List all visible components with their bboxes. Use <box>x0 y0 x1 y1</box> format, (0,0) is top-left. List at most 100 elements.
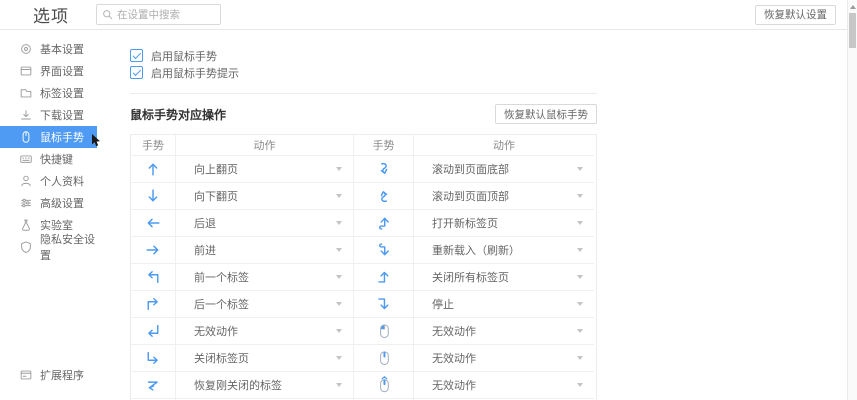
sidebar-item-label: 个人资料 <box>40 173 84 189</box>
action-dropdown[interactable]: 后一个标签 <box>176 291 354 318</box>
action-label: 后退 <box>194 215 216 231</box>
toggle-row: 启用鼠标手势提示 <box>130 64 597 81</box>
chevron-down-icon <box>577 302 583 306</box>
scrollbar[interactable] <box>847 0 857 400</box>
search-input[interactable] <box>113 9 215 21</box>
gesture-left-down-icon <box>375 295 393 313</box>
person-icon <box>19 174 33 188</box>
action-label: 关闭标签页 <box>194 350 249 366</box>
action-dropdown[interactable]: 打开新标签页 <box>414 210 594 237</box>
checkbox-checked[interactable] <box>130 66 143 79</box>
sidebar-item[interactable]: 高级设置 <box>0 192 97 214</box>
section-title: 鼠标手势对应操作 <box>130 106 226 123</box>
action-dropdown[interactable]: 停止 <box>414 291 594 318</box>
chevron-down-icon <box>577 329 583 333</box>
gesture-cell <box>131 237 176 264</box>
action-label: 向下翻页 <box>194 188 238 204</box>
column-header: 手势 <box>354 135 414 156</box>
checkbox-checked[interactable] <box>130 49 143 62</box>
action-dropdown[interactable]: 前进 <box>176 237 354 264</box>
sidebar-item-label: 基本设置 <box>40 41 84 57</box>
sidebar-item-label: 快捷键 <box>40 151 73 167</box>
action-label: 停止 <box>432 296 454 312</box>
sidebar-bottom: 扩展程序 <box>0 364 97 386</box>
scroll-up-arrow[interactable] <box>850 5 856 9</box>
chevron-down-icon <box>336 302 342 306</box>
gesture-right-left-icon <box>144 376 162 394</box>
main-content: 启用鼠标手势启用鼠标手势提示 鼠标手势对应操作 恢复默认鼠标手势 手势 动作 手… <box>97 30 857 400</box>
action-label: 前一个标签 <box>194 269 249 285</box>
restore-gestures-button[interactable]: 恢复默认鼠标手势 <box>495 104 597 124</box>
column-header: 动作 <box>414 135 594 156</box>
sidebar-item[interactable]: 标签设置 <box>0 82 97 104</box>
action-dropdown[interactable]: 向下翻页 <box>176 183 354 210</box>
action-dropdown[interactable]: 后退 <box>176 210 354 237</box>
gesture-cell <box>131 345 176 372</box>
action-label: 重新载入（刷新） <box>432 242 520 258</box>
gesture-down-left-icon <box>144 322 162 340</box>
toggle-label: 启用鼠标手势 <box>151 48 217 64</box>
options-page: 选项 恢复默认设置 基本设置界面设置标签设置下载设置鼠标手势快捷键个人资料高级设… <box>0 0 857 400</box>
gesture-cell <box>354 156 414 183</box>
sidebar-item[interactable]: 快捷键 <box>0 148 97 170</box>
chevron-down-icon <box>336 356 342 360</box>
action-dropdown[interactable]: 恢复刚关闭的标签 <box>176 372 354 399</box>
chevron-down-icon <box>577 167 583 171</box>
action-label: 恢复刚关闭的标签 <box>194 377 282 393</box>
shield-icon <box>19 240 33 254</box>
mouse-left-button-icon <box>375 322 393 340</box>
sidebar-item[interactable]: 个人资料 <box>0 170 97 192</box>
chevron-down-icon <box>577 383 583 387</box>
sidebar-item[interactable]: 界面设置 <box>0 60 97 82</box>
action-dropdown[interactable]: 前一个标签 <box>176 264 354 291</box>
divider <box>130 93 597 94</box>
action-label: 无效动作 <box>194 323 238 339</box>
action-dropdown[interactable]: 关闭标签页 <box>176 345 354 372</box>
action-label: 关闭所有标签页 <box>432 269 509 285</box>
chevron-down-icon <box>336 248 342 252</box>
gesture-down-icon <box>144 187 162 205</box>
action-dropdown[interactable]: 重新载入（刷新） <box>414 237 594 264</box>
sidebar-item[interactable]: 鼠标手势 <box>0 126 97 148</box>
action-dropdown[interactable]: 滚动到页面顶部 <box>414 183 594 210</box>
action-label: 无效动作 <box>432 377 476 393</box>
action-label: 打开新标签页 <box>432 215 498 231</box>
sidebar-item-label: 高级设置 <box>40 195 84 211</box>
mouse-wheel-icon <box>375 349 393 367</box>
action-dropdown[interactable]: 无效动作 <box>414 318 594 345</box>
gesture-toggles: 启用鼠标手势启用鼠标手势提示 <box>130 47 597 81</box>
action-label: 无效动作 <box>432 350 476 366</box>
gesture-scroll-bottom-icon <box>375 160 393 178</box>
action-dropdown[interactable]: 关闭所有标签页 <box>414 264 594 291</box>
gesture-left-icon <box>144 214 162 232</box>
action-label: 滚动到页面底部 <box>432 161 509 177</box>
action-dropdown[interactable]: 无效动作 <box>414 345 594 372</box>
restore-defaults-button[interactable]: 恢复默认设置 <box>755 5 836 25</box>
sidebar-item[interactable]: 下载设置 <box>0 104 97 126</box>
action-dropdown[interactable]: 向上翻页 <box>176 156 354 183</box>
gesture-cell <box>131 264 176 291</box>
chevron-down-icon <box>336 167 342 171</box>
chevron-down-icon <box>577 248 583 252</box>
gesture-cell <box>354 183 414 210</box>
sidebar-item-label: 扩展程序 <box>40 367 84 383</box>
window-icon <box>19 64 33 78</box>
chevron-down-icon <box>336 275 342 279</box>
gesture-cell <box>131 210 176 237</box>
scrollbar-thumb[interactable] <box>849 13 856 48</box>
gesture-cell <box>354 264 414 291</box>
keyboard-icon <box>19 152 33 166</box>
action-dropdown[interactable]: 滚动到页面底部 <box>414 156 594 183</box>
chevron-down-icon <box>577 221 583 225</box>
settings-search-box[interactable] <box>96 4 221 25</box>
sidebar-item[interactable]: 基本设置 <box>0 38 97 60</box>
extension-icon <box>19 368 33 382</box>
action-dropdown[interactable]: 无效动作 <box>176 318 354 345</box>
gesture-table: 手势 动作 手势 动作 向上翻页滚动到页面底部向下翻页滚动到页面顶部后退打开新标… <box>130 134 597 400</box>
action-label: 无效动作 <box>432 323 476 339</box>
sidebar-item[interactable]: 隐私安全设置 <box>0 236 97 258</box>
toggle-row: 启用鼠标手势 <box>130 47 597 64</box>
sidebar-item-label: 鼠标手势 <box>40 129 84 145</box>
sidebar-item-extensions[interactable]: 扩展程序 <box>0 364 97 386</box>
action-dropdown[interactable]: 无效动作 <box>414 372 594 399</box>
